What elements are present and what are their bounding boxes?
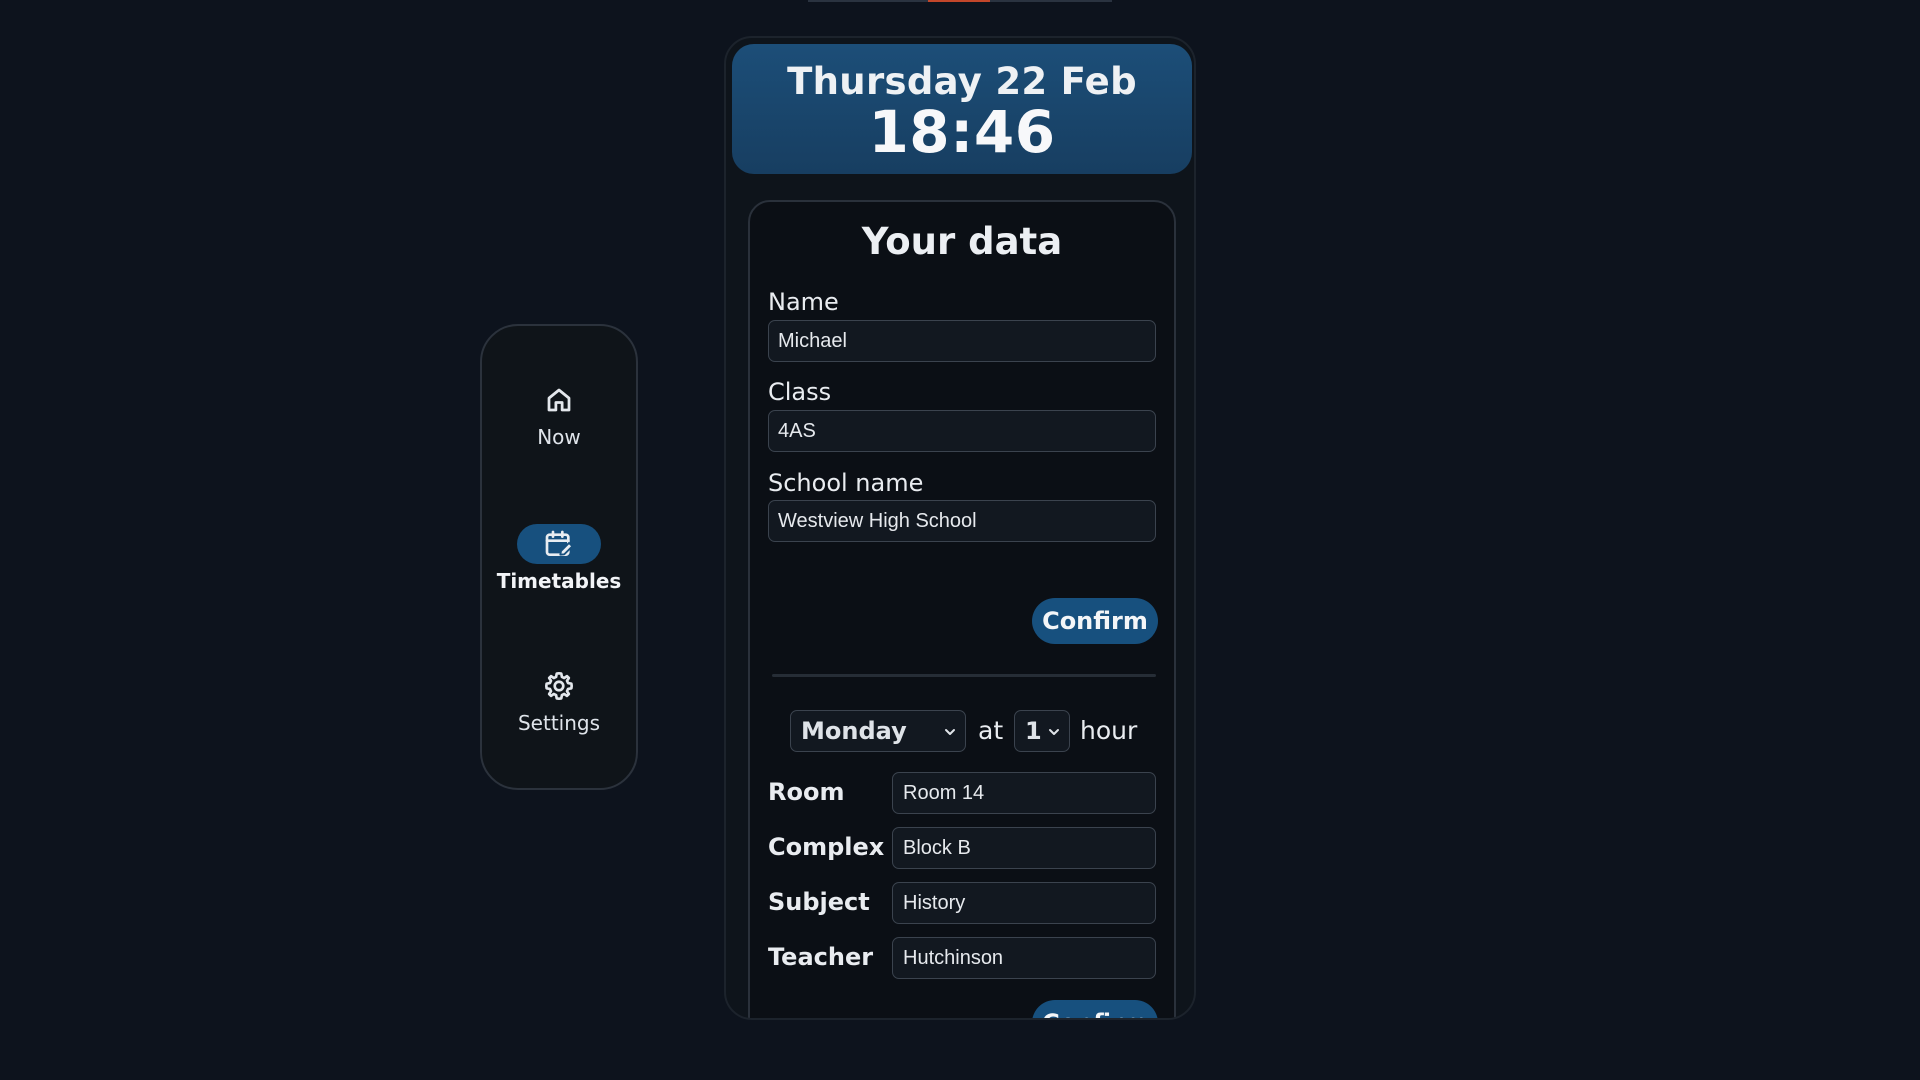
hour-text: hour <box>1080 716 1138 745</box>
nav-label-timetables: Timetables <box>496 569 622 593</box>
day-select-value: Monday <box>801 717 907 745</box>
date-time-header: Thursday 22 Feb 18:46 <box>732 44 1192 174</box>
main-panel: Thursday 22 Feb 18:46 Your data Name Cla… <box>724 36 1196 1020</box>
subject-input[interactable] <box>892 882 1156 924</box>
class-input[interactable] <box>768 410 1156 452</box>
nav-item-settings[interactable]: Settings <box>482 666 636 735</box>
section-divider <box>772 674 1156 677</box>
name-label: Name <box>768 288 839 316</box>
nav-label-settings: Settings <box>517 711 601 735</box>
nav-pill-timetables <box>517 524 601 564</box>
nav-label-now: Now <box>537 425 581 449</box>
nav-pill-settings <box>517 666 601 706</box>
side-navigation: Now Timetables Settings <box>480 324 638 790</box>
schedule-selector-row: Monday at 1 hour <box>750 710 1174 754</box>
home-icon <box>547 388 571 412</box>
complex-label: Complex <box>768 833 885 861</box>
name-input[interactable] <box>768 320 1156 362</box>
school-name-label: School name <box>768 469 924 497</box>
top-progress-strip <box>808 0 1112 2</box>
subject-label: Subject <box>768 888 870 916</box>
room-input[interactable] <box>892 772 1156 814</box>
nav-pill-now <box>517 380 601 420</box>
top-strip-accent <box>928 0 990 2</box>
calendar-edit-icon <box>545 530 574 556</box>
nav-item-timetables[interactable]: Timetables <box>482 524 636 593</box>
teacher-input[interactable] <box>892 937 1156 979</box>
complex-input[interactable] <box>892 827 1156 869</box>
class-label: Class <box>768 378 832 406</box>
day-select[interactable]: Monday <box>790 710 966 752</box>
chevron-down-icon <box>1049 729 1059 735</box>
room-label: Room <box>768 778 845 806</box>
school-name-input[interactable] <box>768 500 1156 542</box>
confirm-your-data-button[interactable]: Confirm <box>1032 598 1158 644</box>
current-date: Thursday 22 Feb <box>787 60 1137 103</box>
gear-icon <box>545 672 573 700</box>
nav-item-now[interactable]: Now <box>482 380 636 449</box>
at-text: at <box>978 716 1004 745</box>
hour-select-value: 1 <box>1025 717 1042 745</box>
hour-select[interactable]: 1 <box>1014 710 1070 752</box>
confirm-schedule-button[interactable]: Confirm <box>1032 1000 1158 1018</box>
card-title: Your data <box>861 220 1063 263</box>
your-data-card: Your data Name Class School name Confirm… <box>748 200 1176 1018</box>
teacher-label: Teacher <box>768 943 874 971</box>
chevron-down-icon <box>945 729 955 735</box>
current-time: 18:46 <box>868 98 1056 166</box>
